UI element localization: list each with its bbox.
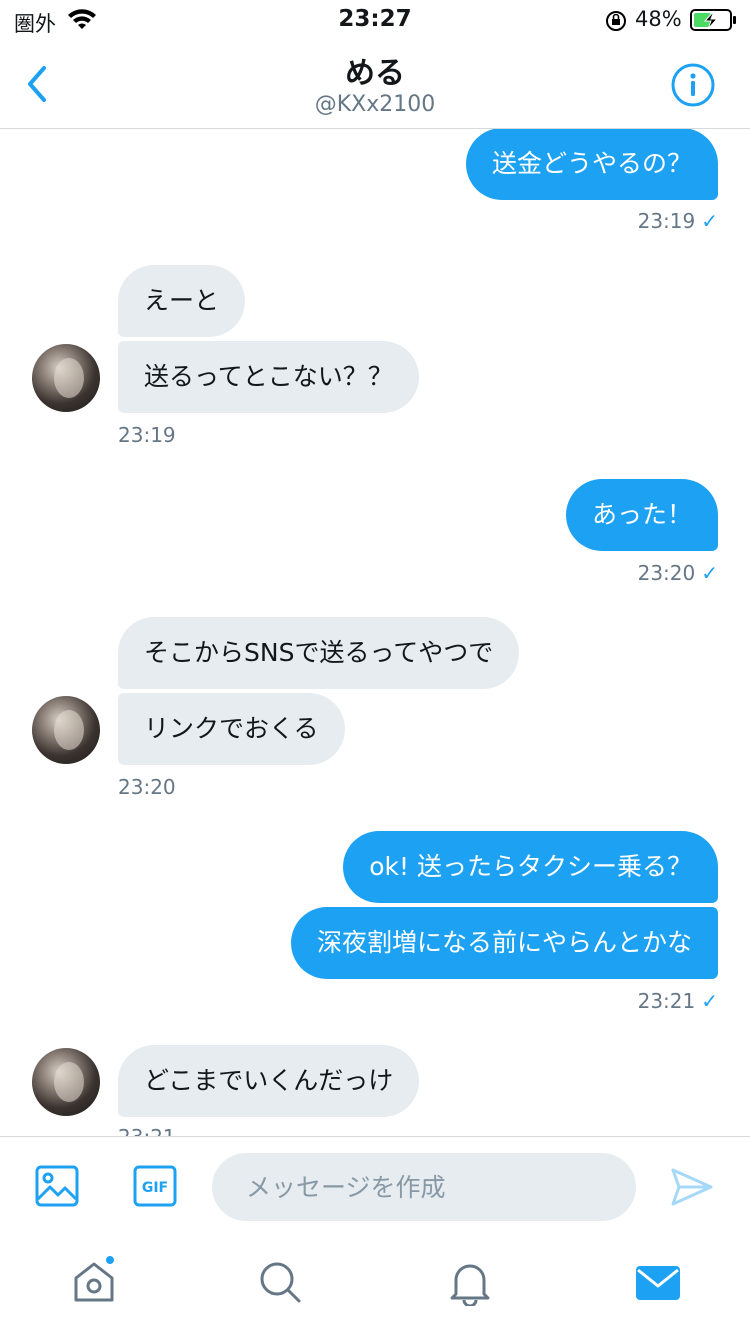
info-button[interactable] bbox=[670, 62, 716, 108]
add-gif-button[interactable]: GIF bbox=[132, 1163, 178, 1213]
conversation-title: める bbox=[345, 56, 405, 91]
avatar[interactable] bbox=[32, 696, 100, 764]
read-check-icon: ✓ bbox=[701, 561, 718, 585]
message-list[interactable]: 送金どうやるの？ 23:19 ✓ えーと 送るってとこない？？ 23:19 あった… bbox=[0, 129, 750, 1136]
message-text: リンクでおくる bbox=[144, 714, 319, 743]
status-bar: 圏外 23:27 48% bbox=[0, 0, 750, 40]
conversation-handle: @KXx2100 bbox=[314, 92, 436, 117]
read-check-icon: ✓ bbox=[701, 989, 718, 1013]
orientation-lock-icon bbox=[604, 9, 628, 37]
tab-search[interactable] bbox=[256, 1258, 304, 1306]
message-timestamp: 23:20 ✓ bbox=[637, 561, 718, 585]
incoming-message-bubble[interactable]: リンクでおくる bbox=[118, 693, 345, 765]
message-text: 送金どうやるの？ bbox=[491, 149, 692, 178]
outgoing-message-bubble[interactable]: ok! 送ったらタクシー乗る？ bbox=[343, 831, 718, 903]
tab-bar bbox=[0, 1236, 750, 1334]
outgoing-message-bubble[interactable]: あった！ bbox=[565, 479, 718, 551]
message-text: 送るってとこない？？ bbox=[144, 362, 393, 391]
add-image-button[interactable] bbox=[34, 1163, 80, 1213]
avatar[interactable] bbox=[32, 344, 100, 412]
tab-messages[interactable] bbox=[634, 1258, 682, 1306]
incoming-message-bubble[interactable]: どこまでいくんだっけ bbox=[118, 1045, 420, 1117]
message-text: あった！ bbox=[591, 500, 692, 529]
image-icon bbox=[35, 1165, 79, 1207]
message-timestamp: 23:21 ✓ bbox=[637, 989, 718, 1013]
incoming-message-bubble[interactable]: そこからSNSで送るってやつで bbox=[118, 617, 520, 689]
incoming-message-bubble[interactable]: えーと bbox=[118, 265, 246, 337]
search-icon bbox=[260, 1262, 301, 1303]
message-timestamp: 23:19 bbox=[118, 423, 176, 447]
message-input[interactable] bbox=[212, 1153, 636, 1221]
send-icon bbox=[671, 1168, 713, 1206]
message-timestamp: 23:19 ✓ bbox=[637, 209, 718, 233]
message-composer: GIF bbox=[0, 1136, 750, 1236]
conversation-header: める @KXx2100 bbox=[0, 40, 750, 129]
bell-icon bbox=[450, 1264, 490, 1308]
info-icon bbox=[671, 63, 715, 107]
message-text: どこまでいくんだっけ bbox=[144, 1066, 394, 1095]
mail-icon bbox=[636, 1266, 680, 1300]
outgoing-message-bubble[interactable]: 深夜割増になる前にやらんとかな bbox=[290, 907, 718, 979]
battery-icon bbox=[690, 8, 738, 36]
home-notification-dot bbox=[104, 1254, 116, 1266]
send-button[interactable] bbox=[670, 1167, 714, 1211]
message-text: そこからSNSで送るってやつで bbox=[144, 638, 494, 667]
message-timestamp: 23:20 bbox=[118, 775, 176, 799]
message-text: ok! 送ったらタクシー乗る？ bbox=[369, 852, 692, 881]
avatar[interactable] bbox=[32, 1048, 100, 1116]
outgoing-message-bubble[interactable]: 送金どうやるの？ bbox=[465, 129, 718, 200]
read-check-icon: ✓ bbox=[701, 209, 718, 233]
message-timestamp: 23:21 bbox=[118, 1125, 176, 1136]
tab-notifications[interactable] bbox=[446, 1258, 494, 1308]
gif-icon: GIF bbox=[133, 1165, 177, 1207]
battery-percent: 48% bbox=[635, 7, 682, 31]
message-text: えーと bbox=[144, 286, 220, 315]
incoming-message-bubble[interactable]: 送るってとこない？？ bbox=[118, 341, 419, 413]
message-text: 深夜割増になる前にやらんとかな bbox=[316, 928, 692, 957]
gif-label: GIF bbox=[142, 1180, 168, 1196]
